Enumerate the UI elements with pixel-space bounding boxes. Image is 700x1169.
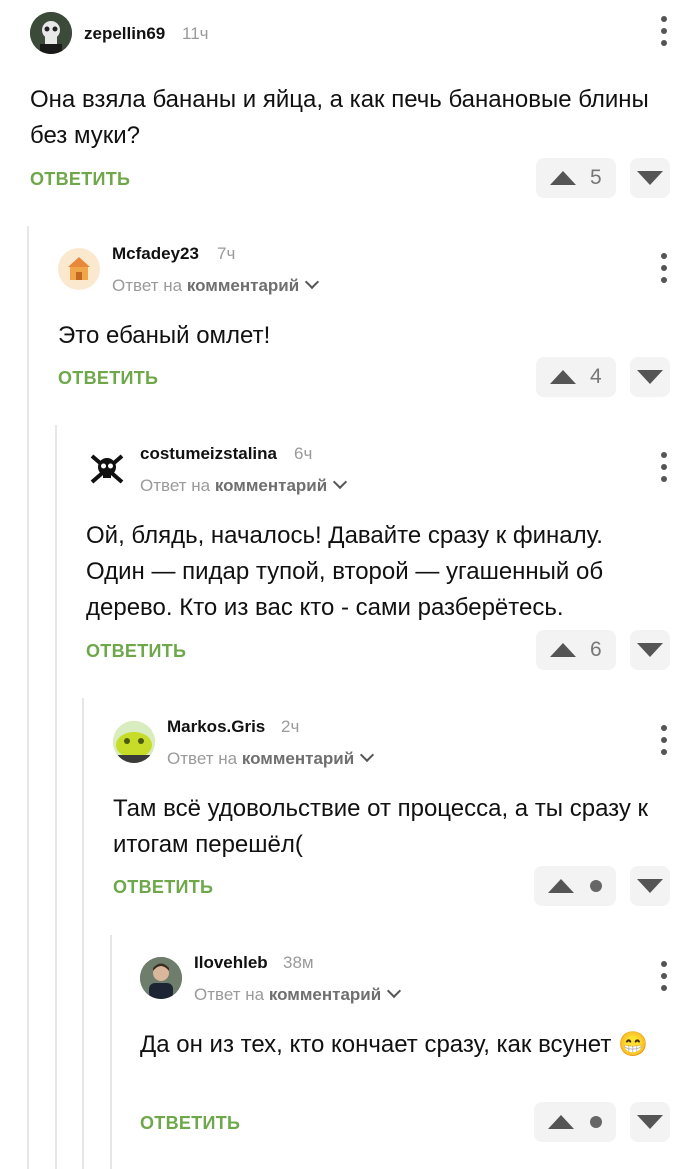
comment-time: 38м [283,953,314,972]
thread-line [110,935,112,1169]
avatar[interactable] [86,448,128,490]
arrow-down-icon [637,370,663,384]
comment-time: 6ч [294,444,313,463]
rating-hidden-dot [590,880,602,892]
arrow-up-icon [550,370,576,384]
comment-author[interactable]: zepellin69 [84,24,165,44]
arrow-up-icon [548,1115,574,1129]
comment-author[interactable]: Markos.Gris [167,717,265,737]
skull-crossbones-icon [86,448,128,490]
thread-line [27,226,29,1169]
reply-to-target[interactable]: комментарий [269,985,381,1004]
comment-text: Там всё удовольствие от процесса, а ты с… [113,795,649,858]
reply-button[interactable]: ОТВЕТИТЬ [30,169,130,190]
reply-to-target[interactable]: комментарий [187,276,299,295]
avatar[interactable] [30,12,72,54]
reply-button[interactable]: ОТВЕТИТЬ [140,1113,240,1134]
comment-author[interactable]: Mcfadey23 [112,244,199,264]
upvote-button[interactable] [534,1102,616,1142]
more-options-icon[interactable] [654,16,674,46]
avatar[interactable] [140,957,182,999]
reply-button[interactable]: ОТВЕТИТЬ [58,368,158,389]
more-options-icon[interactable] [654,725,674,755]
reply-to-link[interactable]: Ответ на комментарий [194,983,402,1005]
downvote-button[interactable] [630,357,670,397]
comment-text: Она взяла бананы и яйца, а как печь бана… [30,86,649,149]
comment-time: 2ч [281,717,300,736]
rating-count: 4 [590,365,602,388]
reply-button[interactable]: ОТВЕТИТЬ [113,877,213,898]
upvote-button[interactable]: 6 [536,630,616,670]
upvote-button[interactable] [534,866,616,906]
more-options-icon[interactable] [654,253,674,283]
comment-text: Да он из тех, кто кончает сразу, как всу… [140,1031,648,1058]
arrow-down-icon [637,879,663,893]
reply-to-prefix: Ответ на [167,749,238,768]
punisher-skull-icon [30,12,72,54]
downvote-button[interactable] [630,158,670,198]
green-face-icon [113,721,155,763]
arrow-down-icon [637,643,663,657]
arrow-up-icon [548,879,574,893]
avatar[interactable] [113,721,155,763]
chevron-down-icon[interactable] [305,274,320,290]
rating-count: 5 [590,166,602,189]
arrow-up-icon [550,643,576,657]
person-photo-icon [140,957,182,999]
more-options-icon[interactable] [654,452,674,482]
comment-text: Это ебаный омлет! [58,322,271,349]
downvote-button[interactable] [630,630,670,670]
chevron-down-icon[interactable] [333,474,348,490]
rating-count: 6 [590,638,602,661]
comment-text: Ой, блядь, началось! Давайте сразу к фин… [86,522,604,621]
reply-to-prefix: Ответ на [194,985,265,1004]
upvote-button[interactable]: 5 [536,158,616,198]
more-options-icon[interactable] [654,961,674,991]
comment-time: 7ч [217,244,236,263]
upvote-button[interactable]: 4 [536,357,616,397]
reply-to-link[interactable]: Ответ на комментарий [167,747,375,769]
reply-to-link[interactable]: Ответ на комментарий [112,274,320,296]
chevron-down-icon[interactable] [360,747,375,763]
arrow-down-icon [637,171,663,185]
reply-to-link[interactable]: Ответ на комментарий [140,474,348,496]
chevron-down-icon[interactable] [387,983,402,999]
rating-hidden-dot [590,1116,602,1128]
arrow-up-icon [550,171,576,185]
reply-button[interactable]: ОТВЕТИТЬ [86,641,186,662]
reply-to-target[interactable]: комментарий [242,749,354,768]
comment-time: 11ч [182,24,209,43]
cartoon-house-icon [58,248,100,290]
avatar[interactable] [58,248,100,290]
downvote-button[interactable] [630,1102,670,1142]
arrow-down-icon [637,1115,663,1129]
reply-to-prefix: Ответ на [140,476,211,495]
downvote-button[interactable] [630,866,670,906]
thread-line [82,698,84,1169]
comment-author[interactable]: costumeizstalina [140,444,277,464]
thread-line [55,425,57,1169]
reply-to-prefix: Ответ на [112,276,183,295]
comment-author[interactable]: Ilovehleb [194,953,268,973]
reply-to-target[interactable]: комментарий [215,476,327,495]
